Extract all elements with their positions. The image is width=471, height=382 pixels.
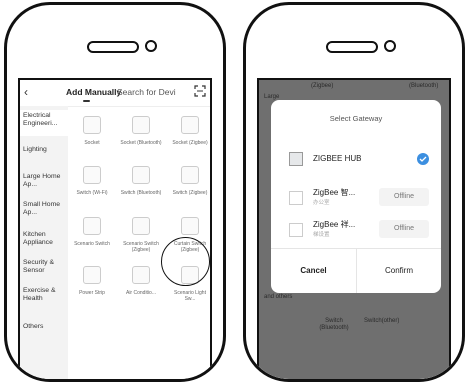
- gateway-row[interactable]: ZIGBEE HUB: [271, 140, 441, 178]
- tab-add-manually[interactable]: Add Manually: [66, 87, 121, 97]
- sidebar-category-item[interactable]: Electrical Engineeri...: [20, 110, 68, 136]
- gateway-icon: [289, 191, 303, 205]
- category-sidebar: Electrical Engineeri... Lighting Large Hom…: [20, 106, 68, 379]
- gateway-name: ZigBee 智...: [313, 188, 356, 197]
- device-label: Socket: [84, 140, 100, 146]
- add-device-topbar: ‹ Add Manually Search for Devi: [20, 80, 210, 107]
- gateway-room: 办公室: [313, 200, 330, 206]
- cancel-button[interactable]: Cancel: [271, 248, 356, 293]
- phone-speaker-area: [7, 38, 223, 56]
- tab-search-for-devices[interactable]: Search for Devi: [117, 87, 176, 97]
- device-icon: [181, 116, 199, 134]
- sidebar-category-item[interactable]: Kitchen Appliance: [23, 231, 67, 247]
- device-tile[interactable]: Switch (Bluetooth): [119, 166, 163, 196]
- device-tile[interactable]: Air Conditio...: [119, 266, 163, 296]
- left-screen: ‹ Add Manually Search for Devi Electrica…: [18, 78, 212, 379]
- select-gateway-dialog: Select Gateway ZIGBEE HUB ZigBee 智... 办公…: [271, 100, 441, 293]
- device-icon: [181, 217, 199, 235]
- camera-icon: [384, 40, 396, 52]
- sidebar-category-item[interactable]: Small Home Ap...: [23, 201, 67, 217]
- bg-label: (Zigbee): [311, 83, 334, 89]
- device-label: Air Conditio...: [125, 290, 156, 296]
- sidebar-category-item[interactable]: Lighting: [23, 146, 67, 154]
- device-label: Power Strip: [79, 290, 105, 296]
- gateway-room: 梯设置: [313, 232, 330, 238]
- device-label: Switch (Zigbee): [172, 190, 208, 196]
- scan-icon[interactable]: [194, 85, 206, 97]
- device-label: Socket (Zigbee): [172, 140, 208, 146]
- device-icon: [132, 266, 150, 284]
- device-tile[interactable]: Socket (Bluetooth): [119, 116, 163, 146]
- highlight-circle: [161, 237, 210, 286]
- back-icon[interactable]: ‹: [24, 85, 28, 99]
- speaker-icon: [87, 41, 139, 53]
- sidebar-category-item[interactable]: Large Home Ap...: [23, 173, 67, 189]
- gateway-name: ZigBee 祥...: [313, 220, 356, 229]
- device-icon: [83, 166, 101, 184]
- device-label: Switch (Bluetooth): [120, 190, 162, 196]
- device-tile[interactable]: Scenario Switch: [70, 217, 114, 247]
- bg-label: (Bluetooth): [409, 83, 439, 89]
- device-tile[interactable]: Switch (Wi-Fi): [70, 166, 114, 196]
- device-label: Scenario Switch: [74, 241, 110, 247]
- sidebar-category-item[interactable]: Exercise & Health: [23, 287, 67, 303]
- device-label: Socket (Bluetooth): [120, 140, 162, 146]
- right-screen: (Zigbee) (Bluetooth) Large and others Sw…: [257, 78, 451, 379]
- device-icon: [132, 166, 150, 184]
- camera-icon: [145, 40, 157, 52]
- sidebar-category-item[interactable]: Others: [23, 323, 67, 331]
- confirm-button[interactable]: Confirm: [357, 248, 441, 293]
- bg-label: Switch (Bluetooth): [319, 318, 349, 331]
- device-label: Scenario Switch (Zigbee): [123, 241, 159, 253]
- bg-label: and others: [264, 294, 293, 300]
- gateway-icon: [289, 152, 303, 166]
- sidebar-category-item[interactable]: Security & Sensor: [23, 259, 67, 275]
- left-phone-frame: ‹ Add Manually Search for Devi Electrica…: [4, 2, 226, 382]
- bg-label: Switch(other): [364, 318, 400, 324]
- device-tile[interactable]: Switch (Zigbee): [168, 166, 210, 196]
- device-icon: [181, 166, 199, 184]
- device-tile[interactable]: Socket (Zigbee): [168, 116, 210, 146]
- offline-badge: Offline: [379, 220, 429, 238]
- check-icon: [417, 153, 429, 165]
- offline-badge: Offline: [379, 188, 429, 206]
- device-tile[interactable]: Socket: [70, 116, 114, 146]
- gateway-name: ZIGBEE HUB: [313, 154, 362, 163]
- device-icon: [83, 217, 101, 235]
- gateway-row[interactable]: ZigBee 祥... 梯设置 Offline: [271, 212, 441, 250]
- device-icon: [83, 116, 101, 134]
- right-phone-frame: (Zigbee) (Bluetooth) Large and others Sw…: [243, 2, 465, 382]
- speaker-icon: [326, 41, 378, 53]
- gateway-icon: [289, 223, 303, 237]
- device-tile[interactable]: Power Strip: [70, 266, 114, 296]
- active-tab-indicator: [83, 100, 90, 102]
- phone-speaker-area: [246, 38, 462, 56]
- dialog-title: Select Gateway: [329, 114, 383, 123]
- device-icon: [132, 217, 150, 235]
- device-icon: [83, 266, 101, 284]
- device-tile[interactable]: Scenario Switch (Zigbee): [119, 217, 163, 253]
- device-label: Switch (Wi-Fi): [76, 190, 108, 196]
- device-icon: [132, 116, 150, 134]
- device-label: Scenario Light Sw...: [174, 290, 206, 302]
